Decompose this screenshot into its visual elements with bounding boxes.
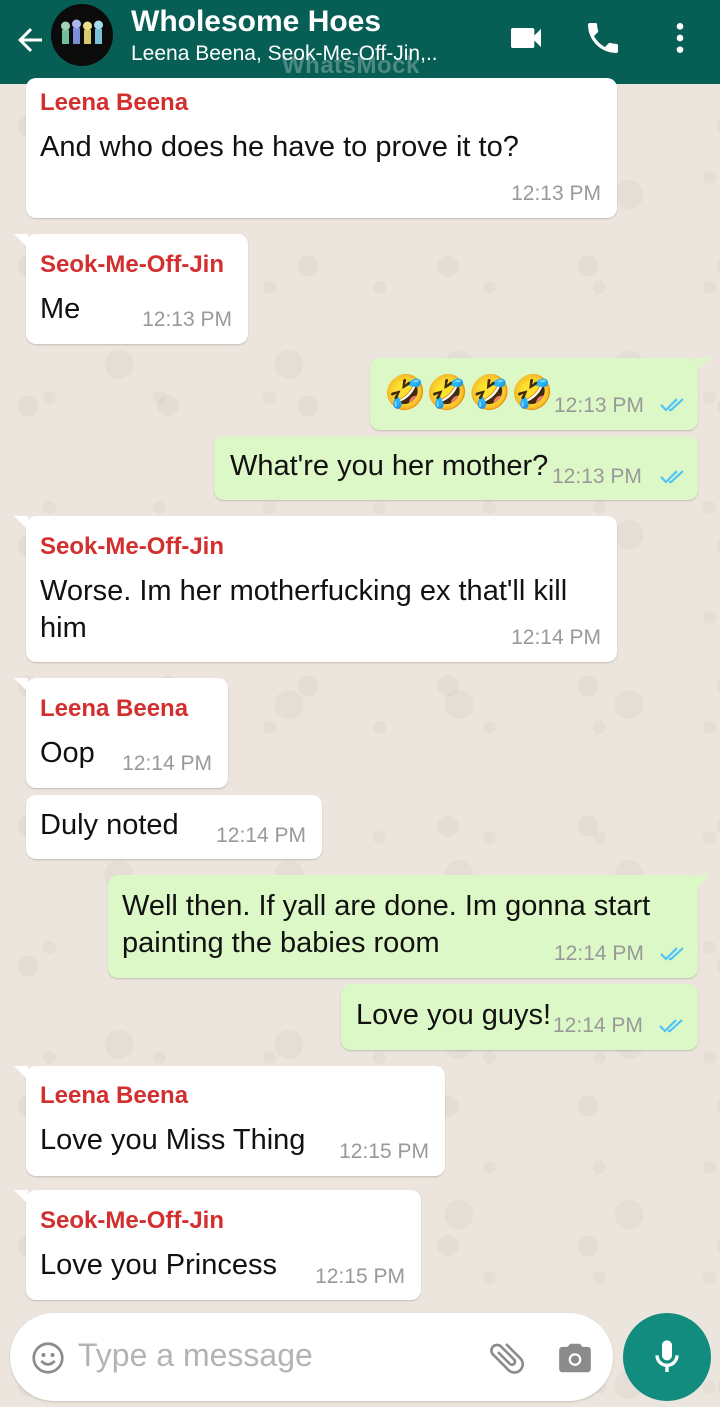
chat-title[interactable]: Wholesome Hoes [131, 4, 381, 40]
message-time: 12:14 PM [122, 752, 212, 775]
message-bubble-incoming[interactable]: Leena Beena Oop 12:14 PM [14, 678, 228, 788]
mic-button[interactable] [623, 1313, 711, 1401]
message-text-line: painting the babies room [122, 927, 440, 959]
message-text-line: Well then. If yall are done. Im gonna st… [122, 890, 651, 922]
message-bubble-outgoing[interactable]: 🤣🤣🤣🤣 12:13 PM [370, 358, 710, 430]
camera-icon[interactable] [556, 1339, 594, 1377]
message-text: Love you Princess [40, 1249, 277, 1281]
message-time: 12:13 PM [511, 182, 601, 205]
message-bubble-incoming[interactable]: Duly noted 12:14 PM [26, 795, 322, 859]
message-bubble-incoming[interactable]: Seok-Me-Off-Jin Worse. Im her motherfuck… [14, 516, 617, 662]
mic-icon [655, 1340, 679, 1372]
message-time: 12:14 PM [553, 1014, 643, 1037]
message-time: 12:13 PM [552, 465, 642, 488]
message-text: Love you guys! [356, 999, 552, 1031]
attach-icon[interactable] [486, 1337, 528, 1379]
message-text-line: him [40, 612, 87, 644]
message-composer[interactable]: Type a message [10, 1313, 613, 1401]
watermark-text: WhatsMock [282, 52, 420, 79]
sender-name: Leena Beena [40, 1082, 189, 1109]
message-bubble-incoming[interactable]: Leena Beena Love you Miss Thing 12:15 PM [14, 1066, 445, 1176]
emoji-icon[interactable] [30, 1340, 66, 1376]
message-bubble-incoming[interactable]: Seok-Me-Off-Jin Love you Princess 12:15 … [14, 1190, 421, 1300]
message-text-line: Worse. Im her motherfucking ex that'll k… [40, 575, 568, 607]
double-check-icon [660, 947, 684, 961]
message-text: 🤣🤣🤣🤣 [384, 373, 554, 413]
group-avatar[interactable] [51, 4, 113, 66]
message-text: What're you her mother? [230, 450, 549, 482]
chat-header: Wholesome Hoes Leena Beena, Seok-Me-Off-… [0, 0, 720, 84]
video-call-icon[interactable] [506, 18, 546, 58]
message-time: 12:15 PM [339, 1140, 429, 1163]
back-arrow-icon[interactable] [12, 22, 48, 58]
double-check-icon [660, 470, 684, 484]
message-text: And who does he have to prove it to? [40, 131, 519, 163]
sender-name: Seok-Me-Off-Jin [40, 251, 225, 278]
message-time: 12:13 PM [554, 394, 644, 417]
more-vert-icon[interactable] [660, 18, 700, 58]
double-check-icon [660, 398, 684, 412]
phone-icon[interactable] [583, 18, 623, 58]
message-time: 12:14 PM [554, 942, 644, 965]
message-text: Duly noted [40, 809, 179, 841]
message-time: 12:13 PM [142, 308, 232, 331]
message-text: Me [40, 293, 81, 325]
sender-name: Seok-Me-Off-Jin [40, 533, 225, 560]
message-input[interactable]: Type a message [78, 1337, 313, 1374]
sender-name: Seok-Me-Off-Jin [40, 1207, 225, 1234]
message-bubble-outgoing[interactable]: What're you her mother? 12:13 PM [214, 436, 698, 500]
sender-name: Leena Beena [40, 695, 189, 722]
message-text: Love you Miss Thing [40, 1124, 306, 1156]
message-time: 12:14 PM [216, 824, 306, 847]
message-time: 12:15 PM [315, 1265, 405, 1288]
message-bubble-outgoing[interactable]: Love you guys! 12:14 PM [341, 984, 698, 1050]
message-time: 12:14 PM [511, 626, 601, 649]
double-check-icon [659, 1019, 683, 1033]
message-text: Oop [40, 737, 95, 769]
message-bubble-incoming[interactable]: Seok-Me-Off-Jin Me 12:13 PM [14, 234, 248, 344]
message-bubble-outgoing[interactable]: Well then. If yall are done. Im gonna st… [108, 875, 710, 978]
sender-name: Leena Beena [40, 89, 189, 116]
message-bubble-incoming[interactable]: Leena Beena And who does he have to prov… [26, 78, 617, 218]
